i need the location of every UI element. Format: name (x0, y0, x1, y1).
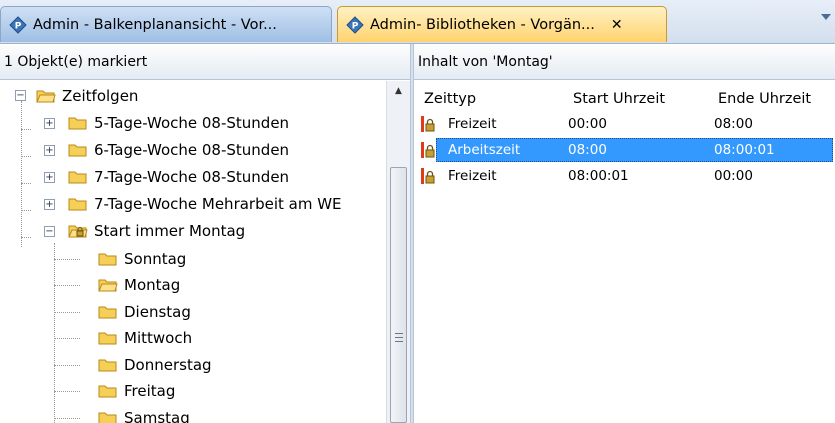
svg-text:P: P (352, 21, 359, 31)
tree-node-dienstag[interactable]: Dienstag (98, 299, 191, 325)
tree-node[interactable]: 7-Tage-Woche Mehrarbeit am WE (68, 191, 342, 217)
tree-node-label: Donnerstag (124, 356, 212, 374)
tree-node-label: Zeitfolgen (62, 87, 139, 105)
p-logo-icon: P (346, 15, 364, 34)
collapse-icon[interactable]: − (15, 90, 26, 101)
folder-icon (98, 385, 117, 398)
scroll-up-icon[interactable]: ▲ (387, 81, 410, 101)
folder-open-icon (36, 90, 56, 103)
cell-start: 08:00:01 (568, 168, 629, 184)
content-header: Inhalt von 'Montag' (414, 45, 835, 80)
content-list: Zeittyp Start Uhrzeit Ende Uhrzeit Freiz… (414, 81, 835, 423)
column-header-zeittyp[interactable]: Zeittyp (424, 91, 476, 107)
list-row[interactable]: Freizeit 08:00:01 00:00 (414, 164, 835, 188)
cell-ende: 08:00 (714, 116, 753, 132)
tab-bibliotheken[interactable]: P Admin- Bibliotheken - Vorgän... ✕ (337, 6, 667, 42)
tree-node-freitag[interactable]: Freitag (98, 378, 175, 404)
list-header: Zeittyp Start Uhrzeit Ende Uhrzeit (414, 81, 835, 111)
expand-icon[interactable]: + (44, 118, 55, 129)
folder-icon (68, 171, 87, 184)
tree-node-sonntag[interactable]: Sonntag (98, 246, 186, 272)
chevron-down-icon[interactable] (821, 14, 831, 20)
grip-icon (395, 333, 403, 342)
tree-node-label: Freitag (124, 382, 176, 400)
tab-label: Admin - Balkenplanansicht - Vor... (33, 16, 277, 33)
selection-status: 1 Objekt(e) markiert (4, 54, 148, 70)
tree-node[interactable]: 5-Tage-Woche 08-Stunden (68, 110, 289, 136)
close-icon[interactable]: ✕ (611, 17, 623, 33)
cell-start: 00:00 (568, 116, 607, 132)
cell-zeittyp: Freizeit (448, 168, 497, 184)
folder-icon (98, 359, 117, 372)
folder-open-icon (98, 279, 118, 292)
tree-node-mittwoch[interactable]: Mittwoch (98, 325, 192, 351)
tree-node[interactable]: 7-Tage-Woche 08-Stunden (68, 164, 289, 190)
tab-balkenplanansicht[interactable]: P Admin - Balkenplanansicht - Vor... (0, 6, 332, 42)
list-row-selected[interactable]: Arbeitszeit 08:00 08:00:01 (414, 138, 835, 162)
cell-start: 08:00 (568, 142, 607, 158)
tree-node-label: Mittwoch (124, 329, 193, 347)
tree-node-label: Dienstag (124, 303, 191, 321)
folder-icon (68, 144, 87, 157)
tree-node-montag[interactable]: Montag (98, 272, 180, 298)
selection-status-header: 1 Objekt(e) markiert (0, 45, 410, 80)
folder-icon (98, 332, 117, 345)
svg-text:P: P (15, 21, 22, 31)
tree-node-label: Start immer Montag (94, 222, 246, 240)
tree-node[interactable]: 6-Tage-Woche 08-Stunden (68, 137, 289, 163)
tree-node-start-immer-montag[interactable]: Start immer Montag (68, 218, 245, 244)
folder-icon (68, 117, 87, 130)
tree-scrollbar[interactable]: ▲ (386, 81, 410, 423)
tree-node-label: Montag (124, 276, 181, 294)
tree-node-label: Samstag (124, 409, 190, 423)
tree-node-label: 7-Tage-Woche Mehrarbeit am WE (94, 195, 342, 213)
cell-ende: 00:00 (714, 168, 753, 184)
locked-folder-icon (68, 225, 88, 238)
list-row[interactable]: Freizeit 00:00 08:00 (414, 112, 835, 136)
tree-view: − Zeitfolgen + 5-Tage-Woche 08-Stunden +… (0, 81, 386, 423)
document-tab-strip: P Admin - Balkenplanansicht - Vor... P A… (0, 0, 835, 44)
time-type-lock-icon (421, 142, 435, 158)
time-type-lock-icon (421, 168, 435, 184)
cell-zeittyp: Arbeitszeit (448, 142, 521, 158)
tree-node-zeitfolgen[interactable]: Zeitfolgen (36, 83, 138, 109)
collapse-icon[interactable]: − (44, 226, 55, 237)
tree-node-samstag[interactable]: Samstag (98, 405, 190, 423)
column-header-start[interactable]: Start Uhrzeit (573, 91, 665, 107)
p-logo-icon: P (9, 15, 27, 34)
scrollbar-thumb[interactable] (390, 167, 407, 423)
folder-icon (68, 198, 87, 211)
cell-zeittyp: Freizeit (448, 116, 497, 132)
tree-node-label: 5-Tage-Woche 08-Stunden (94, 114, 290, 132)
content-title: Inhalt von 'Montag' (418, 54, 553, 70)
tree-node-donnerstag[interactable]: Donnerstag (98, 352, 212, 378)
expand-icon[interactable]: + (44, 145, 55, 156)
folder-icon (98, 412, 117, 423)
time-type-lock-icon (421, 116, 435, 132)
column-header-ende[interactable]: Ende Uhrzeit (718, 91, 811, 107)
tab-label: Admin- Bibliotheken - Vorgän... (370, 16, 595, 33)
folder-icon (98, 306, 117, 319)
tree-node-label: Sonntag (124, 250, 187, 268)
folder-icon (98, 253, 117, 266)
tree-node-label: 7-Tage-Woche 08-Stunden (94, 168, 290, 186)
cell-ende: 08:00:01 (714, 142, 775, 158)
expand-icon[interactable]: + (44, 172, 55, 183)
expand-icon[interactable]: + (44, 199, 55, 210)
tree-node-label: 6-Tage-Woche 08-Stunden (94, 141, 290, 159)
